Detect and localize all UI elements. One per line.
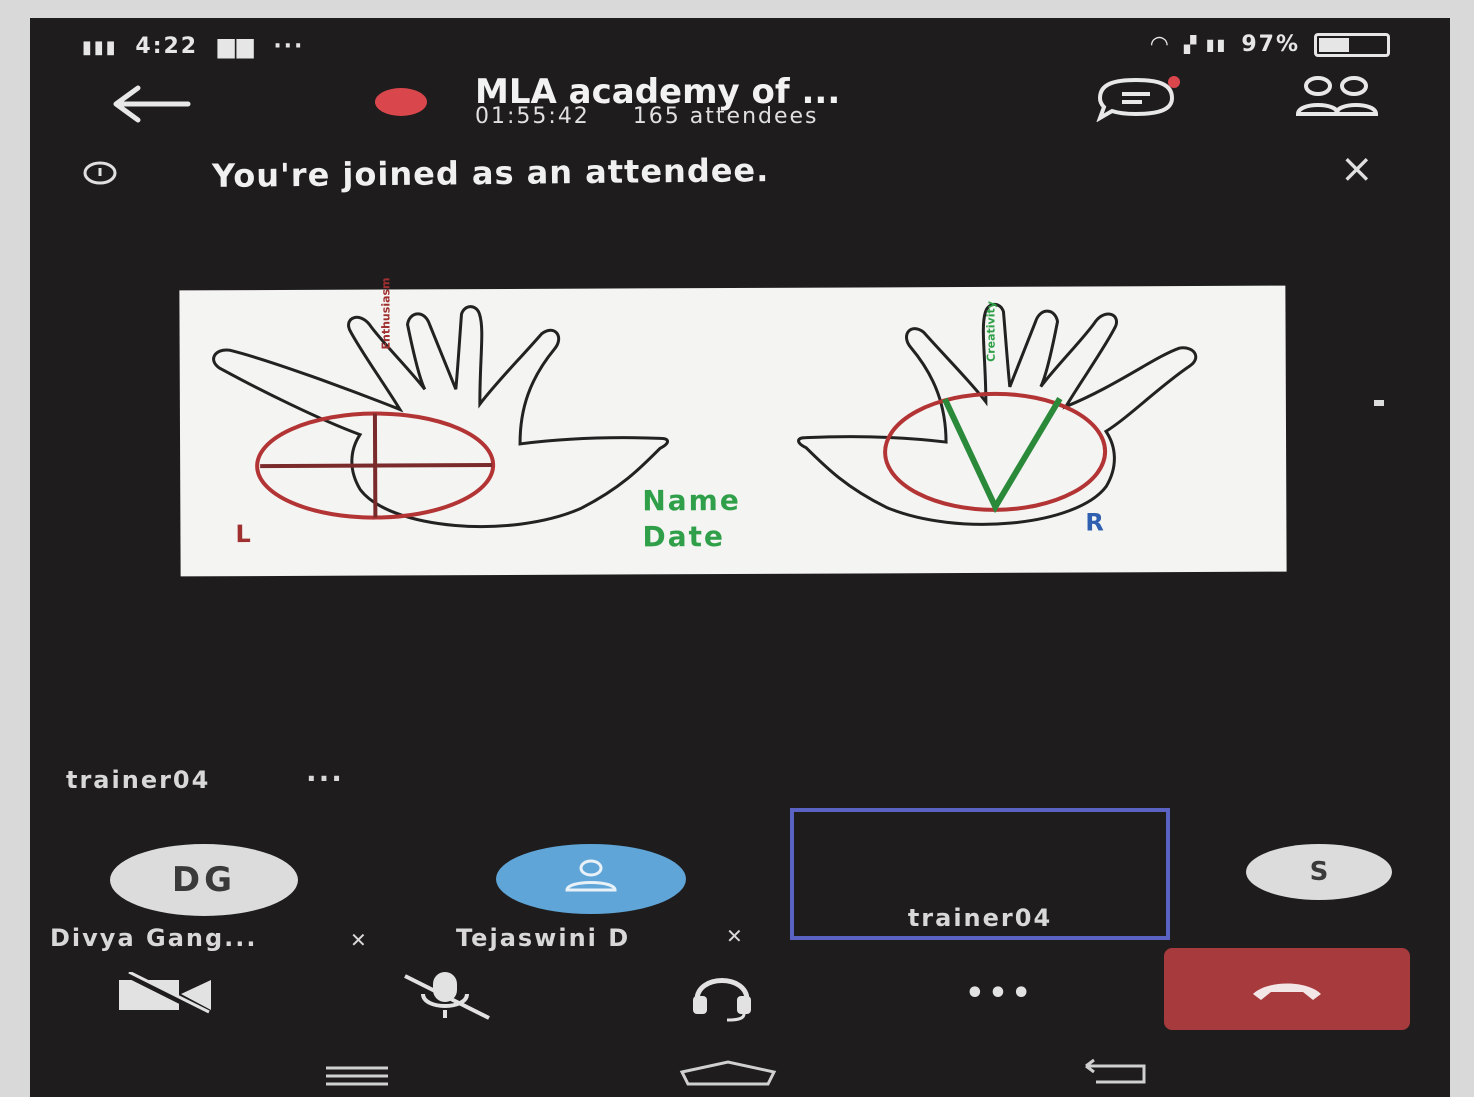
clock: 4:22 [135, 34, 199, 59]
back-nav-button[interactable] [1082, 1058, 1152, 1092]
chat-button[interactable] [1092, 74, 1182, 123]
more-options-button[interactable]: ••• [950, 968, 1050, 1018]
back-arrow-icon [113, 85, 191, 123]
mic-off-icon: ✕ [726, 924, 743, 948]
chat-icon [1096, 76, 1180, 123]
battery-percent: 97% [1241, 32, 1300, 57]
shared-screen: Enthusiasm Creativity L R Name Date [179, 277, 1287, 577]
active-speaker-name: trainer04 [66, 766, 211, 794]
speaker-more-button[interactable]: ··· [306, 762, 344, 795]
enthusiasm-label: Enthusiasm [379, 277, 393, 350]
participants-button[interactable] [1292, 74, 1382, 126]
status-bar-left: ▮▮▮ 4:22 ▆▆ ··· [82, 34, 304, 59]
participant-tile-trainer04[interactable]: trainer04 [790, 808, 1170, 940]
mic-off-icon: ✕ [350, 928, 367, 952]
leave-call-button[interactable] [1164, 948, 1410, 1030]
menu-lines-icon [326, 1066, 388, 1086]
status-more: ··· [273, 34, 305, 59]
dismiss-notice-button[interactable]: × [1340, 146, 1374, 192]
participant-name: Divya Gang... [50, 924, 258, 952]
battery-icon [1314, 32, 1390, 57]
notification-icon: ▆▆ [217, 34, 256, 59]
mic-off-icon [404, 972, 490, 1020]
avatar: DG [110, 844, 298, 916]
phone-screen: ▮▮▮ 4:22 ▆▆ ··· ◠ ▞ ▮▮ 97% MLA academy o… [30, 18, 1450, 1097]
headset-icon [693, 978, 751, 1022]
status-bar-right: ◠ ▞ ▮▮ 97% [1151, 32, 1390, 57]
camera-off-icon [119, 972, 211, 1016]
right-hand-mark: R [1085, 508, 1104, 537]
participant-name: Tejaswini D [456, 924, 631, 952]
home-button[interactable] [678, 1058, 778, 1092]
meeting-info: 01:55:42 165 attendees [475, 104, 819, 129]
left-hand-mark: L [235, 520, 251, 549]
home-icon [679, 1060, 777, 1086]
attendee-notice: You're joined as an attendee. [211, 151, 770, 195]
headset-status-icon: ◠ [1150, 32, 1170, 57]
hands-illustration [212, 302, 1198, 528]
avatar [496, 844, 686, 914]
avatar: S [1246, 844, 1392, 900]
recent-apps-button[interactable] [322, 1064, 392, 1092]
participant-tile-tejaswini[interactable]: Tejaswini D ✕ [456, 836, 786, 952]
person-icon [565, 859, 617, 892]
audio-device-button[interactable] [682, 964, 762, 1024]
signal-icon: ▮▮▮ [82, 37, 118, 58]
camera-toggle-button[interactable] [110, 966, 220, 1022]
creativity-label: Creativity [984, 301, 998, 362]
name-label: Name [642, 483, 741, 518]
participant-tile-divya[interactable]: DG Divya Gang... ✕ [50, 836, 370, 952]
attendee-count: 165 attendees [632, 104, 819, 129]
meeting-duration: 01:55:42 [475, 104, 590, 129]
participant-tile-s[interactable]: S [1246, 844, 1392, 900]
info-icon [82, 160, 118, 186]
network-icon: ▞ ▮▮ [1183, 35, 1228, 54]
back-button[interactable] [112, 84, 192, 124]
scroll-indicator [1374, 400, 1384, 406]
people-icon [1295, 76, 1379, 116]
recording-indicator [375, 88, 427, 116]
hang-up-icon [1253, 983, 1321, 1000]
participant-name: trainer04 [907, 904, 1053, 932]
date-label: Date [642, 520, 726, 554]
back-nav-icon [1085, 1058, 1146, 1084]
microphone-toggle-button[interactable] [390, 964, 500, 1024]
